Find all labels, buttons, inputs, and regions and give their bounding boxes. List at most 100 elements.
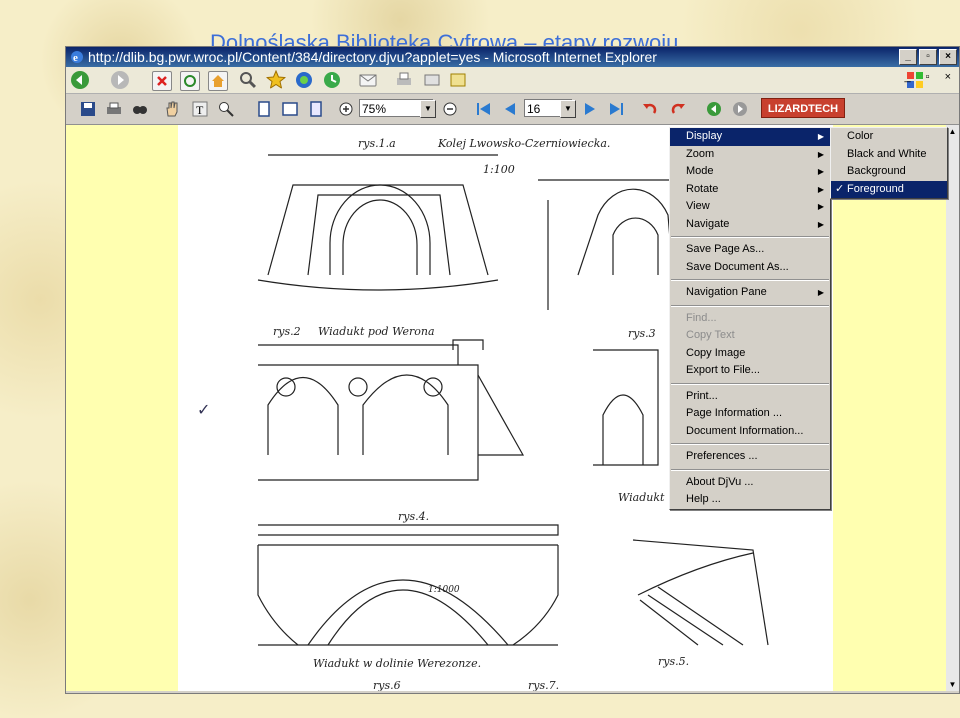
menu-item-label: Navigation Pane — [686, 286, 767, 298]
vertical-scrollbar[interactable]: ▲ ▼ — [946, 125, 959, 691]
menu-item-copy-image[interactable]: Copy Image — [670, 345, 830, 363]
zoom-in-icon[interactable] — [338, 101, 354, 117]
menu-item-label: Page Information ... — [686, 407, 782, 419]
submenu-arrow-icon: ▶ — [817, 184, 824, 194]
menu-item-label: Help ... — [686, 493, 721, 505]
submenu-arrow-icon: ▶ — [817, 288, 824, 297]
submenu-arrow-icon: ▶ — [817, 132, 824, 141]
menu-item-view[interactable]: View ▶ — [670, 198, 830, 216]
edit-icon[interactable] — [422, 70, 442, 90]
check-icon: ✓ — [835, 182, 845, 195]
menu-item-label: Save Page As... — [686, 243, 765, 255]
menu-item-display[interactable]: Display ▶ — [670, 128, 830, 146]
menu-item-page-information[interactable]: Page Information ... — [670, 405, 830, 423]
menu-item-rotate[interactable]: Rotate ▶ — [670, 181, 830, 199]
menu-item-document-information[interactable]: Document Information... — [670, 423, 830, 441]
menu-item-foreground[interactable]: ✓ Foreground — [831, 180, 947, 198]
menu-item-save-document-as[interactable]: Save Document As... — [670, 259, 830, 277]
djvu-toolbar: T 75% ▼ 16 ▼ LIZARDTECH — [66, 94, 959, 125]
print-icon[interactable] — [106, 101, 122, 117]
menu-item-label: Color — [847, 130, 874, 142]
hand-tool-icon[interactable] — [164, 101, 180, 117]
mail-icon[interactable] — [358, 70, 378, 90]
forward-icon[interactable] — [110, 70, 130, 90]
discuss-icon[interactable] — [448, 70, 468, 90]
window-title: http://dlib.bg.pwr.wroc.pl/Content/384/d… — [88, 49, 657, 65]
menu-item-navigation-pane[interactable]: Navigation Pane ▶ — [670, 284, 830, 302]
search-icon[interactable] — [238, 70, 258, 90]
menu-item-background[interactable]: Background — [831, 163, 947, 181]
drawing-label-rys4: rys.4. — [398, 510, 429, 523]
document-window-controls[interactable]: _ ▫ × — [904, 71, 957, 83]
text-select-icon[interactable]: T — [192, 101, 208, 117]
menu-item-mode[interactable]: Mode ▶ — [670, 163, 830, 181]
menu-item-label: Copy Image — [686, 346, 746, 359]
save-icon[interactable] — [80, 101, 96, 117]
menu-item-label: About DjVu ... — [686, 475, 754, 488]
drawing-label-scale2: 1:1000 — [428, 585, 460, 595]
display-submenu: Color Black and White Background ✓ Foregroun… — [830, 127, 948, 199]
page-dropdown-arrow[interactable]: ▼ — [560, 100, 576, 118]
menu-item-navigate[interactable]: Navigate ▶ — [670, 216, 830, 234]
menu-item-label: Print... — [686, 389, 718, 402]
fit-page-icon[interactable] — [256, 101, 272, 117]
drawing-label-wiadukt2: Wiadukt w dolinie Werezonze. — [313, 657, 481, 670]
menu-separator — [671, 304, 829, 307]
ie-toolbar: _ ▫ × — [66, 67, 959, 94]
menu-item-save-page-as[interactable]: Save Page As... — [670, 241, 830, 259]
menu-item-zoom[interactable]: Zoom ▶ — [670, 146, 830, 164]
media-icon[interactable] — [294, 70, 314, 90]
minimize-button[interactable]: _ — [899, 49, 917, 65]
back-icon[interactable] — [70, 70, 90, 90]
menu-separator — [671, 236, 829, 238]
drawing-label-rys2: rys.2 — [273, 325, 301, 338]
svg-text:e: e — [73, 52, 78, 64]
menu-item-help[interactable]: Help ... — [670, 491, 830, 509]
scroll-down-icon[interactable]: ▼ — [946, 678, 959, 691]
menu-item-about-djvu[interactable]: About DjVu ... — [670, 474, 830, 492]
last-page-icon[interactable] — [608, 101, 624, 117]
menu-separator — [671, 443, 829, 445]
home-icon[interactable] — [208, 71, 228, 91]
print-icon[interactable] — [394, 70, 414, 90]
menu-item-label: Navigate — [686, 217, 730, 230]
first-page-icon[interactable] — [476, 101, 492, 117]
menu-separator — [671, 382, 829, 385]
close-button[interactable]: × — [939, 49, 957, 65]
zoom-out-icon[interactable] — [442, 101, 458, 117]
menu-item-export-to-file[interactable]: Export to File... — [670, 362, 830, 380]
submenu-arrow-icon: ▶ — [817, 202, 824, 211]
menu-item-black-and-white[interactable]: Black and White — [831, 146, 947, 164]
maximize-button[interactable]: ▫ — [919, 49, 937, 65]
rotate-right-icon[interactable] — [670, 101, 686, 117]
find-icon[interactable] — [132, 101, 148, 117]
djvu-context-menu: Display ▶ Zoom ▶ Mode ▶ Rotate ▶ View ▶ Navigate ▶ S… — [669, 127, 831, 510]
zoom-select-icon[interactable] — [218, 101, 234, 117]
menu-item-label: Preferences ... — [686, 450, 758, 462]
menu-item-copy-text: Copy Text — [670, 327, 830, 345]
menu-item-label: Export to File... — [686, 364, 760, 376]
back-history-icon[interactable] — [706, 101, 722, 117]
ie-icon: e — [71, 51, 83, 64]
zoom-dropdown-arrow[interactable]: ▼ — [420, 100, 436, 118]
menu-item-label: View — [686, 200, 710, 212]
forward-history-icon[interactable] — [732, 101, 748, 117]
rotate-left-icon[interactable] — [642, 101, 658, 117]
fit-width-icon[interactable] — [282, 101, 298, 117]
menu-item-preferences[interactable]: Preferences ... — [670, 448, 830, 466]
previous-page-icon[interactable] — [502, 101, 518, 117]
menu-item-color[interactable]: Color — [831, 128, 947, 146]
actual-size-icon[interactable] — [308, 101, 324, 117]
stop-icon[interactable] — [152, 71, 172, 91]
history-icon[interactable] — [322, 70, 342, 90]
next-page-icon[interactable] — [582, 101, 598, 117]
drawing-label-rys1: rys.1.a — [358, 137, 396, 150]
favorites-icon[interactable] — [266, 70, 286, 90]
refresh-icon[interactable] — [180, 71, 200, 91]
menu-item-find: Find... — [670, 310, 830, 328]
lizardtech-logo[interactable]: LIZARDTECH — [761, 98, 845, 118]
menu-item-label: Zoom — [686, 147, 715, 160]
submenu-arrow-icon: ▶ — [817, 167, 824, 176]
menu-item-print[interactable]: Print... — [670, 388, 830, 406]
menu-item-label: Rotate — [686, 182, 719, 195]
